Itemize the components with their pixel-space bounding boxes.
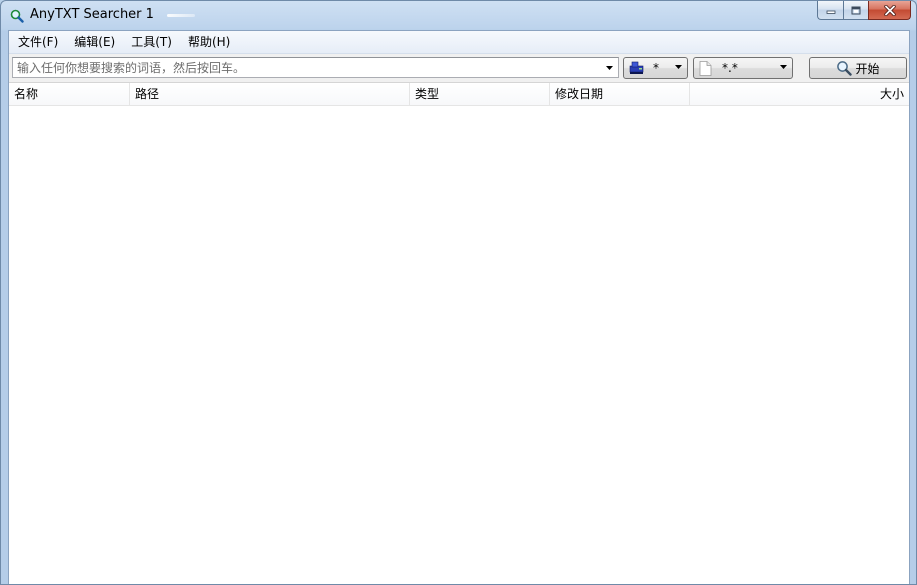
- title-blur: [167, 14, 195, 17]
- caption-buttons: [817, 1, 911, 21]
- search-toolbar: * *.* 开始: [9, 54, 909, 81]
- column-header-name[interactable]: 名称: [9, 83, 130, 105]
- search-combobox[interactable]: [12, 57, 619, 78]
- close-icon: [883, 4, 896, 16]
- file-icon: [699, 61, 712, 76]
- results-header: 名称 路径 类型 修改日期 大小: [9, 83, 909, 106]
- client-area: 文件(F) 编辑(E) 工具(T) 帮助(H) 输入任何你想要搜索的词语，然后按…: [8, 30, 910, 584]
- menu-file[interactable]: 文件(F): [11, 32, 65, 52]
- dropdown-arrow-icon: [675, 65, 682, 69]
- menu-bar: 文件(F) 编辑(E) 工具(T) 帮助(H): [9, 31, 909, 54]
- start-button-label: 开始: [855, 61, 880, 76]
- window-title: AnyTXT Searcher 1: [30, 7, 154, 22]
- magnifier-icon: [10, 9, 24, 23]
- minimize-button[interactable]: [817, 1, 843, 20]
- app-window: AnyTXT Searcher 1 文件(F) 编辑(E) 工具(T) 帮助(H…: [0, 0, 917, 585]
- extension-selector[interactable]: *.*: [693, 57, 793, 79]
- column-header-path[interactable]: 路径: [130, 83, 410, 105]
- column-header-size[interactable]: 大小: [690, 83, 909, 105]
- search-input[interactable]: [13, 58, 598, 77]
- menu-help[interactable]: 帮助(H): [181, 32, 237, 52]
- results-list[interactable]: 名称 路径 类型 修改日期 大小: [9, 82, 909, 584]
- start-search-button[interactable]: 开始: [809, 57, 907, 79]
- drive-icon: [629, 61, 644, 74]
- search-history-dropdown[interactable]: [602, 59, 617, 76]
- maximize-button[interactable]: [843, 1, 868, 20]
- menu-edit[interactable]: 编辑(E): [67, 32, 122, 52]
- column-header-modified[interactable]: 修改日期: [550, 83, 690, 105]
- minimize-icon: [826, 10, 835, 14]
- dropdown-arrow-icon: [780, 65, 787, 69]
- maximize-icon: [851, 6, 861, 14]
- title-bar[interactable]: AnyTXT Searcher 1: [1, 1, 916, 30]
- results-body[interactable]: [9, 106, 909, 584]
- column-header-type[interactable]: 类型: [410, 83, 550, 105]
- drive-selector[interactable]: *: [623, 57, 688, 79]
- dropdown-arrow-icon: [606, 65, 613, 70]
- menu-tools[interactable]: 工具(T): [124, 32, 179, 52]
- close-button[interactable]: [868, 1, 911, 20]
- magnifier-icon: [837, 61, 853, 76]
- extension-value: *.*: [722, 61, 738, 75]
- drive-value: *: [653, 61, 659, 75]
